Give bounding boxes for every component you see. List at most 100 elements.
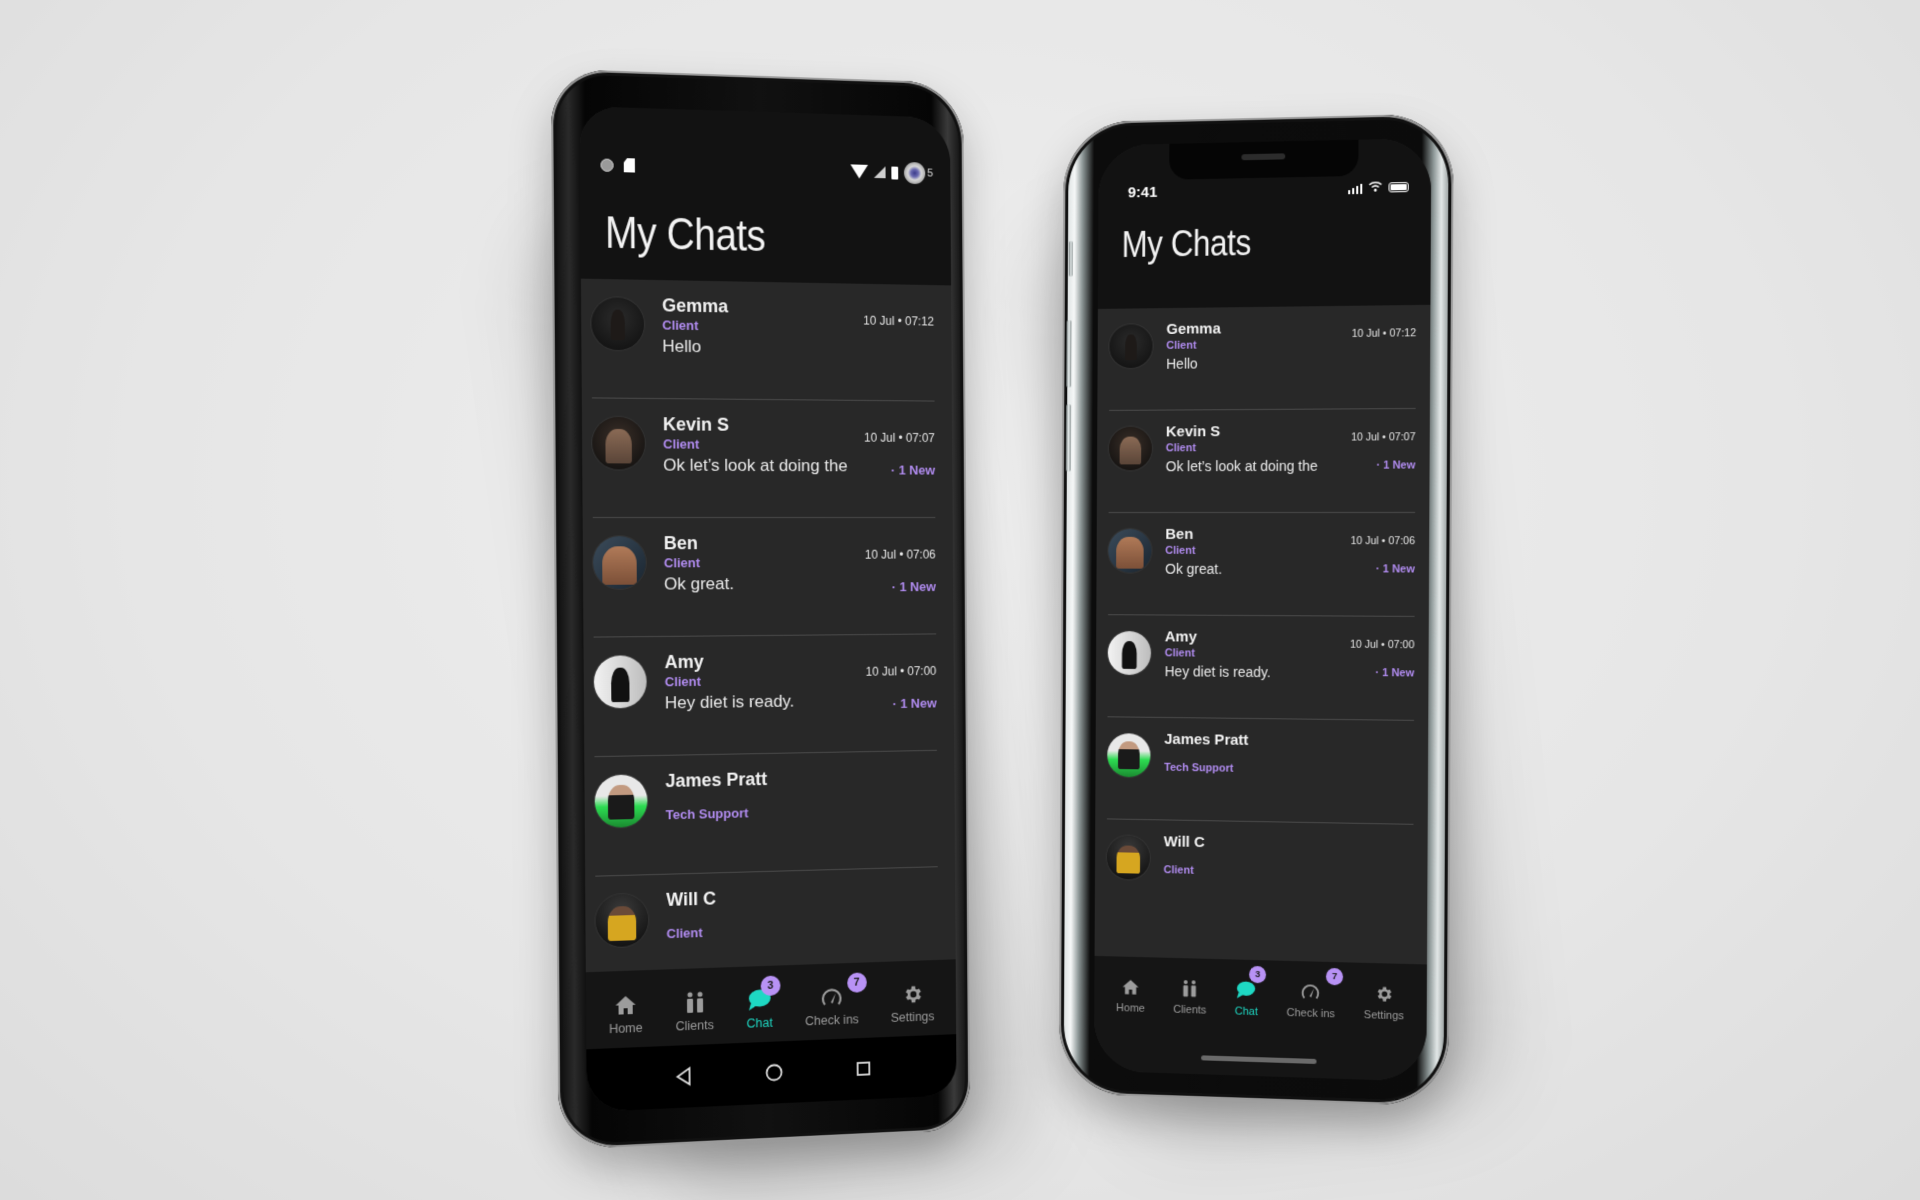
avatar <box>594 774 648 829</box>
nav-clients[interactable]: Clients <box>1173 976 1206 1017</box>
chat-list: Gemma Client Hello 10 Jul • 07:12 Kevin … <box>1094 304 1431 971</box>
page-title: My Chats <box>604 208 766 262</box>
nav-settings[interactable]: Settings <box>891 982 934 1025</box>
new-messages-badge: · 1 New <box>1375 563 1415 576</box>
chat-row-amy[interactable]: Amy Client Hey diet is ready. 10 Jul • 0… <box>1107 615 1415 721</box>
nav-settings[interactable]: Settings <box>1364 981 1404 1022</box>
signal-icon <box>873 166 886 179</box>
battery-icon <box>891 166 899 180</box>
chat-row-ben[interactable]: Ben Client Ok great. 10 Jul • 07:06 · 1 … <box>1108 512 1416 617</box>
chat-timestamp: 10 Jul • 07:12 <box>1351 327 1417 340</box>
chat-row-will-c[interactable]: Will C Client <box>1106 819 1413 928</box>
avatar <box>1107 733 1151 778</box>
wifi-icon <box>850 164 868 179</box>
android-phone: 5 My Chats Gemma Client Hello 10 Jul • 0… <box>550 68 971 1150</box>
app-header: 9:41 My Chats <box>1097 138 1432 309</box>
chat-timestamp: 10 Jul • 07:06 <box>864 547 936 562</box>
new-messages-badge: · 1 New <box>891 579 936 595</box>
nav-label: Clients <box>675 1017 714 1034</box>
status-trailing-text: 5 <box>927 167 934 180</box>
chat-timestamp: 10 Jul • 07:07 <box>1351 431 1416 444</box>
avatar <box>593 655 647 709</box>
chat-row-kevin-s[interactable]: Kevin S Client Ok let’s look at doing th… <box>1108 408 1416 514</box>
chat-timestamp: 10 Jul • 07:12 <box>863 313 935 329</box>
gear-icon <box>1374 981 1393 1006</box>
status-bar: 5 <box>580 153 950 185</box>
nav-label: Settings <box>1363 1009 1404 1023</box>
nav-chat[interactable]: 3 Chat <box>746 975 781 1031</box>
page-title: My Chats <box>1121 222 1251 265</box>
avatar <box>1107 631 1152 676</box>
sd-card-icon <box>624 158 635 172</box>
check-ins-badge: 7 <box>1326 967 1344 986</box>
clients-icon <box>685 990 705 1015</box>
home-icon <box>614 993 636 1018</box>
nav-home[interactable]: Home <box>609 992 643 1036</box>
iphone: 9:41 My Chats Gemma Client Hello 10 Jul … <box>1058 113 1454 1107</box>
avatar <box>591 297 645 351</box>
chat-row-james-pratt[interactable]: James Pratt Tech Support <box>1106 717 1415 825</box>
chat-badge: 3 <box>1249 965 1267 984</box>
status-bar: 9:41 <box>1098 176 1431 202</box>
chat-timestamp: 10 Jul • 07:07 <box>864 430 935 445</box>
check-ins-badge: 7 <box>846 972 867 993</box>
app-header: 5 My Chats <box>579 106 952 286</box>
chat-name: James Pratt <box>665 768 768 792</box>
new-messages-badge: · 1 New <box>1375 667 1415 680</box>
iphone-screen: 9:41 My Chats Gemma Client Hello 10 Jul … <box>1093 138 1432 1082</box>
chat-list: Gemma Client Hello 10 Jul • 07:12 Kevin … <box>580 278 956 1001</box>
avatar <box>1108 528 1152 573</box>
chat-timestamp: 10 Jul • 07:00 <box>865 664 937 679</box>
gear-icon <box>902 982 923 1007</box>
new-messages-badge: · 1 New <box>1376 459 1416 472</box>
nav-clients[interactable]: Clients <box>675 990 714 1034</box>
chat-role: Client <box>666 924 703 942</box>
signal-bars-icon <box>1347 182 1363 194</box>
nav-check-ins[interactable]: 7 Check ins <box>805 972 867 1029</box>
back-icon[interactable] <box>669 1062 697 1091</box>
nav-home[interactable]: Home <box>1116 974 1145 1015</box>
status-time: 9:41 <box>1127 183 1158 201</box>
home-icon <box>1122 974 1140 998</box>
wifi-icon <box>1368 178 1382 196</box>
chat-timestamp: 10 Jul • 07:06 <box>1350 535 1416 548</box>
clients-icon <box>1182 976 1198 1000</box>
chat-role: Tech Support <box>665 805 749 823</box>
nav-label: Check ins <box>1286 1006 1335 1021</box>
avatar <box>592 536 646 589</box>
nav-label: Chat <box>746 1015 773 1031</box>
chat-row-amy[interactable]: Amy Client Hey diet is ready. 10 Jul • 0… <box>593 634 937 758</box>
chat-name: James Pratt <box>1164 730 1249 749</box>
bottom-nav: Home Clients 3 Chat 7 Check ins Settings <box>1094 955 1427 1046</box>
chat-row-kevin-s[interactable]: Kevin S Client Ok let’s look at doing th… <box>591 398 936 519</box>
chat-role: Tech Support <box>1164 761 1234 775</box>
new-messages-badge: · 1 New <box>890 462 936 478</box>
nav-label: Check ins <box>805 1012 859 1029</box>
chat-name: Will C <box>666 888 717 910</box>
camera-lens-icon <box>903 161 926 185</box>
nav-label: Home <box>1116 1002 1145 1015</box>
chat-row-gemma[interactable]: Gemma Client Hello 10 Jul • 07:12 <box>1109 304 1417 411</box>
avatar <box>592 416 646 470</box>
nav-check-ins[interactable]: 7 Check ins <box>1286 967 1344 1021</box>
notch <box>1169 139 1359 180</box>
nav-chat[interactable]: 3 Chat <box>1235 965 1267 1018</box>
avatar <box>1106 835 1151 880</box>
avatar <box>595 893 649 948</box>
home-circle-icon[interactable] <box>760 1058 788 1087</box>
chat-row-gemma[interactable]: Gemma Client Hello 10 Jul • 07:12 <box>591 278 935 402</box>
new-messages-badge: · 1 New <box>892 695 937 712</box>
android-screen: 5 My Chats Gemma Client Hello 10 Jul • 0… <box>579 106 957 1113</box>
avatar <box>1108 426 1153 471</box>
chat-last-message: Hello <box>1166 355 1198 372</box>
avatar <box>1109 324 1153 369</box>
nav-label: Home <box>608 1020 643 1037</box>
gauge-icon <box>1301 979 1320 1004</box>
record-icon <box>600 157 614 172</box>
chat-row-ben[interactable]: Ben Client Ok great. 10 Jul • 07:06 · 1 … <box>592 517 937 638</box>
recents-icon[interactable] <box>850 1054 877 1083</box>
chat-timestamp: 10 Jul • 07:00 <box>1349 638 1415 652</box>
chat-row-james-pratt[interactable]: James Pratt Tech Support <box>594 750 938 877</box>
chat-last-message: Hello <box>662 336 702 357</box>
battery-icon <box>1388 181 1409 193</box>
